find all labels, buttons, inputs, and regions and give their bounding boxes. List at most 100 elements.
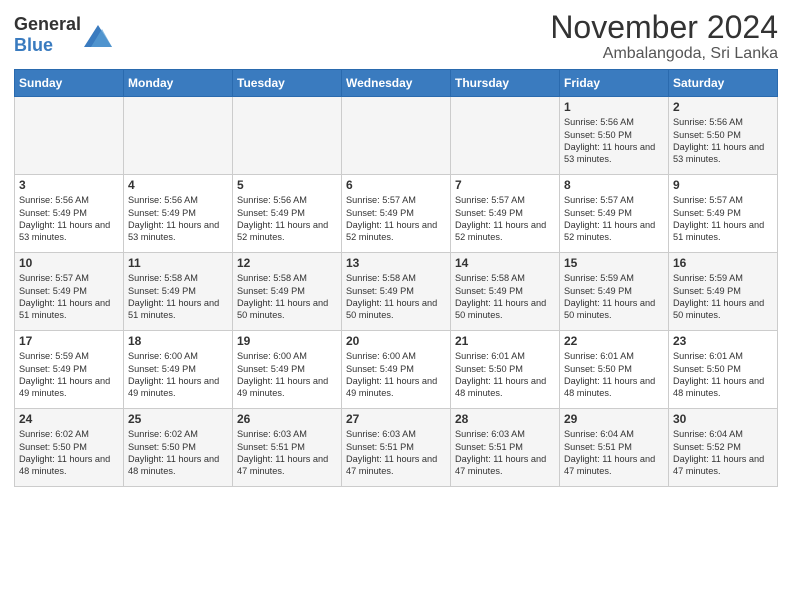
day-number: 12 bbox=[237, 256, 337, 270]
calendar-cell-2-4: 6Sunrise: 5:57 AMSunset: 5:49 PMDaylight… bbox=[342, 175, 451, 253]
day-number: 19 bbox=[237, 334, 337, 348]
day-info: Sunrise: 5:58 AMSunset: 5:49 PMDaylight:… bbox=[128, 272, 228, 322]
day-number: 7 bbox=[455, 178, 555, 192]
header-wednesday: Wednesday bbox=[342, 70, 451, 97]
day-number: 11 bbox=[128, 256, 228, 270]
calendar-cell-3-3: 12 Sunrise: 5:58 AMSunset: 5:49 PMDayligh… bbox=[233, 253, 342, 331]
day-number: 13 bbox=[346, 256, 446, 270]
calendar-cell-4-3: 19 Sunrise: 6:00 AMSunset: 5:49 PMDayligh… bbox=[233, 331, 342, 409]
day-number: 16 bbox=[673, 256, 773, 270]
day-info: Sunrise: 5:58 AMSunset: 5:49 PMDaylight:… bbox=[346, 272, 446, 322]
calendar-cell-2-2: 4Sunrise: 5:56 AMSunset: 5:49 PMDaylight… bbox=[124, 175, 233, 253]
calendar-cell-3-1: 10Sunrise: 5:57 AMSunset: 5:49 PMDayligh… bbox=[15, 253, 124, 331]
calendar-cell-4-5: 21Sunrise: 6:01 AMSunset: 5:50 PMDayligh… bbox=[451, 331, 560, 409]
day-number: 26 bbox=[237, 412, 337, 426]
calendar-cell-5-5: 28Sunrise: 6:03 AMSunset: 5:51 PMDayligh… bbox=[451, 409, 560, 487]
day-number: 27 bbox=[346, 412, 446, 426]
day-number: 23 bbox=[673, 334, 773, 348]
calendar-week-2: 3 Sunrise: 5:56 AMSunset: 5:49 PMDaylight… bbox=[15, 175, 778, 253]
calendar-cell-3-6: 15 Sunrise: 5:59 AMSunset: 5:49 PMDayligh… bbox=[560, 253, 669, 331]
day-number: 8 bbox=[564, 178, 664, 192]
day-info: Sunrise: 6:01 AMSunset: 5:50 PMDaylight:… bbox=[564, 350, 664, 400]
calendar-week-1: 1 Sunrise: 5:56 AMSunset: 5:50 PMDaylight… bbox=[15, 97, 778, 175]
day-number: 21 bbox=[455, 334, 555, 348]
day-info: Sunrise: 5:56 AMSunset: 5:49 PMDaylight:… bbox=[19, 194, 119, 244]
calendar-cell-1-2 bbox=[124, 97, 233, 175]
calendar-cell-4-1: 17Sunrise: 5:59 AMSunset: 5:49 PMDayligh… bbox=[15, 331, 124, 409]
day-number: 1 bbox=[564, 100, 664, 114]
weekday-header-row: Sunday Monday Tuesday Wednesday Thursday… bbox=[15, 70, 778, 97]
calendar-subtitle: Ambalangoda, Sri Lanka bbox=[550, 45, 778, 63]
header-sunday: Sunday bbox=[15, 70, 124, 97]
day-number: 20 bbox=[346, 334, 446, 348]
day-info: Sunrise: 6:01 AMSunset: 5:50 PMDaylight:… bbox=[673, 350, 773, 400]
day-info: Sunrise: 5:57 AMSunset: 5:49 PMDaylight:… bbox=[346, 194, 446, 244]
day-info: Sunrise: 5:56 AMSunset: 5:50 PMDaylight:… bbox=[564, 116, 664, 166]
calendar-cell-1-5 bbox=[451, 97, 560, 175]
calendar-title: November 2024 bbox=[550, 10, 778, 45]
calendar-cell-4-2: 18 Sunrise: 6:00 AMSunset: 5:49 PMDayligh… bbox=[124, 331, 233, 409]
day-info: Sunrise: 5:56 AMSunset: 5:50 PMDaylight:… bbox=[673, 116, 773, 166]
calendar-cell-5-2: 25Sunrise: 6:02 AMSunset: 5:50 PMDayligh… bbox=[124, 409, 233, 487]
calendar-cell-5-7: 30Sunrise: 6:04 AMSunset: 5:52 PMDayligh… bbox=[669, 409, 778, 487]
day-number: 22 bbox=[564, 334, 664, 348]
day-number: 5 bbox=[237, 178, 337, 192]
calendar-cell-3-5: 14Sunrise: 5:58 AMSunset: 5:49 PMDayligh… bbox=[451, 253, 560, 331]
calendar-cell-2-3: 5 Sunrise: 5:56 AMSunset: 5:49 PMDaylight… bbox=[233, 175, 342, 253]
calendar-cell-1-7: 2Sunrise: 5:56 AMSunset: 5:50 PMDaylight… bbox=[669, 97, 778, 175]
calendar-page: General Blue November 2024 Ambalangoda, … bbox=[0, 0, 792, 501]
calendar-week-4: 17Sunrise: 5:59 AMSunset: 5:49 PMDayligh… bbox=[15, 331, 778, 409]
logo-icon bbox=[84, 25, 112, 47]
calendar-cell-4-4: 20 Sunrise: 6:00 AMSunset: 5:49 PMDayligh… bbox=[342, 331, 451, 409]
calendar-cell-4-7: 23 Sunrise: 6:01 AMSunset: 5:50 PMDayligh… bbox=[669, 331, 778, 409]
calendar-cell-1-3 bbox=[233, 97, 342, 175]
calendar-cell-2-6: 8 Sunrise: 5:57 AMSunset: 5:49 PMDaylight… bbox=[560, 175, 669, 253]
day-info: Sunrise: 5:57 AMSunset: 5:49 PMDaylight:… bbox=[564, 194, 664, 244]
day-number: 28 bbox=[455, 412, 555, 426]
day-info: Sunrise: 5:56 AMSunset: 5:49 PMDaylight:… bbox=[237, 194, 337, 244]
calendar-cell-2-1: 3 Sunrise: 5:56 AMSunset: 5:49 PMDaylight… bbox=[15, 175, 124, 253]
day-number: 24 bbox=[19, 412, 119, 426]
header-saturday: Saturday bbox=[669, 70, 778, 97]
calendar-body: 1 Sunrise: 5:56 AMSunset: 5:50 PMDaylight… bbox=[15, 97, 778, 487]
day-info: Sunrise: 5:59 AMSunset: 5:49 PMDaylight:… bbox=[19, 350, 119, 400]
calendar-cell-1-6: 1 Sunrise: 5:56 AMSunset: 5:50 PMDaylight… bbox=[560, 97, 669, 175]
calendar-cell-1-4 bbox=[342, 97, 451, 175]
logo-blue: Blue bbox=[14, 35, 81, 56]
calendar-week-5: 24Sunrise: 6:02 AMSunset: 5:50 PMDayligh… bbox=[15, 409, 778, 487]
day-info: Sunrise: 6:00 AMSunset: 5:49 PMDaylight:… bbox=[128, 350, 228, 400]
day-info: Sunrise: 5:59 AMSunset: 5:49 PMDaylight:… bbox=[564, 272, 664, 322]
calendar-cell-2-7: 9 Sunrise: 5:57 AMSunset: 5:49 PMDaylight… bbox=[669, 175, 778, 253]
day-info: Sunrise: 5:57 AMSunset: 5:49 PMDaylight:… bbox=[673, 194, 773, 244]
day-info: Sunrise: 6:03 AMSunset: 5:51 PMDaylight:… bbox=[237, 428, 337, 478]
logo-general: General bbox=[14, 14, 81, 35]
day-number: 15 bbox=[564, 256, 664, 270]
header-tuesday: Tuesday bbox=[233, 70, 342, 97]
day-info: Sunrise: 6:03 AMSunset: 5:51 PMDaylight:… bbox=[346, 428, 446, 478]
day-info: Sunrise: 5:56 AMSunset: 5:49 PMDaylight:… bbox=[128, 194, 228, 244]
calendar-cell-3-7: 16 Sunrise: 5:59 AMSunset: 5:49 PMDayligh… bbox=[669, 253, 778, 331]
calendar-header: Sunday Monday Tuesday Wednesday Thursday… bbox=[15, 70, 778, 97]
calendar-cell-5-4: 27 Sunrise: 6:03 AMSunset: 5:51 PMDayligh… bbox=[342, 409, 451, 487]
day-info: Sunrise: 6:00 AMSunset: 5:49 PMDaylight:… bbox=[237, 350, 337, 400]
calendar-week-3: 10Sunrise: 5:57 AMSunset: 5:49 PMDayligh… bbox=[15, 253, 778, 331]
day-info: Sunrise: 5:59 AMSunset: 5:49 PMDaylight:… bbox=[673, 272, 773, 322]
day-number: 9 bbox=[673, 178, 773, 192]
title-area: November 2024 Ambalangoda, Sri Lanka bbox=[550, 10, 778, 63]
calendar-cell-1-1 bbox=[15, 97, 124, 175]
day-number: 29 bbox=[564, 412, 664, 426]
day-info: Sunrise: 6:00 AMSunset: 5:49 PMDaylight:… bbox=[346, 350, 446, 400]
day-number: 10 bbox=[19, 256, 119, 270]
calendar-cell-2-5: 7Sunrise: 5:57 AMSunset: 5:49 PMDaylight… bbox=[451, 175, 560, 253]
day-info: Sunrise: 5:58 AMSunset: 5:49 PMDaylight:… bbox=[237, 272, 337, 322]
day-number: 3 bbox=[19, 178, 119, 192]
calendar-cell-5-6: 29 Sunrise: 6:04 AMSunset: 5:51 PMDayligh… bbox=[560, 409, 669, 487]
calendar-cell-3-4: 13 Sunrise: 5:58 AMSunset: 5:49 PMDayligh… bbox=[342, 253, 451, 331]
header-monday: Monday bbox=[124, 70, 233, 97]
day-number: 18 bbox=[128, 334, 228, 348]
logo-area: General Blue bbox=[14, 10, 112, 55]
calendar-cell-4-6: 22 Sunrise: 6:01 AMSunset: 5:50 PMDayligh… bbox=[560, 331, 669, 409]
logo-text: General Blue bbox=[14, 14, 81, 55]
day-info: Sunrise: 6:04 AMSunset: 5:51 PMDaylight:… bbox=[564, 428, 664, 478]
calendar-table: Sunday Monday Tuesday Wednesday Thursday… bbox=[14, 69, 778, 487]
